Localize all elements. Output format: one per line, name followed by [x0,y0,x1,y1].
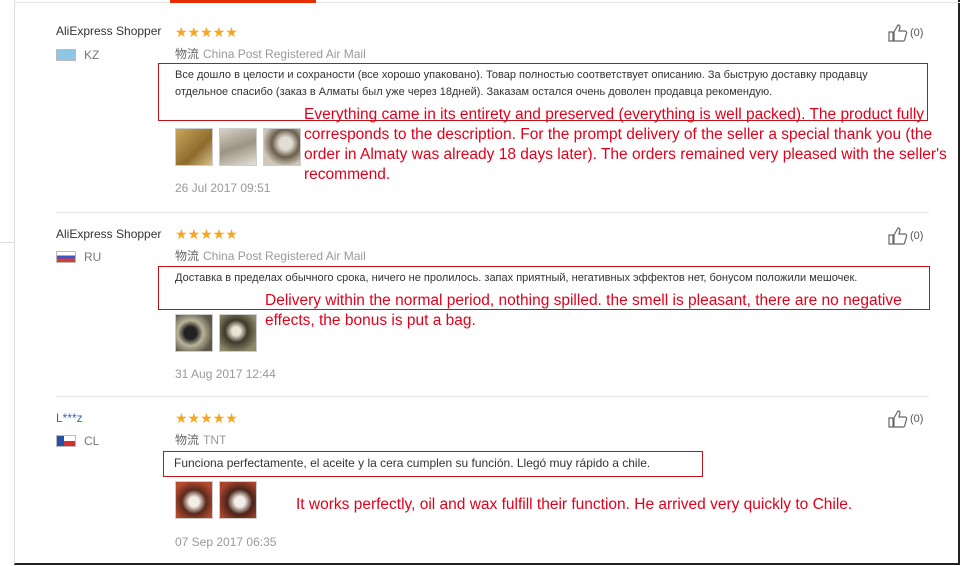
review-photo[interactable] [175,314,213,352]
shipping-method: China Post Registered Air Mail [203,47,366,61]
shipping-info: 物流 China Post Registered Air Mail [175,247,366,264]
helpful-button[interactable]: (0) [888,24,923,42]
chile-flag-icon [56,435,76,447]
reviewer-country: KZ [56,48,99,62]
helpful-count: (0) [910,230,924,242]
shipping-label: 物流 [175,249,200,263]
review-date: 07 Sep 2017 06:35 [175,535,277,549]
review-photos [175,481,257,519]
review-date: 31 Aug 2017 12:44 [175,367,276,381]
star-rating: ★★★★★ [175,410,238,426]
shipping-info: 物流 China Post Registered Air Mail [175,45,366,62]
helpful-count: (0) [910,27,924,39]
reviewer-name[interactable]: L***z [56,411,83,425]
russia-flag-icon [56,251,76,263]
translation-annotation: It works perfectly, oil and wax fulfill … [296,496,853,513]
review-photo[interactable] [219,128,257,166]
shipping-method: China Post Registered Air Mail [203,249,366,263]
reviewer-country: CL [56,434,99,448]
tab-bar-divider [14,2,960,3]
kazakhstan-flag-icon [56,49,76,61]
active-tab-indicator [170,0,316,3]
thumbs-up-icon [888,410,908,428]
helpful-count: (0) [910,413,924,425]
review-photos [175,314,257,352]
reviewer-name[interactable]: AliExpress Shopper [56,24,161,38]
review-photos [175,128,301,166]
country-code: CL [84,434,100,448]
reviewer-name[interactable]: AliExpress Shopper [56,227,161,241]
shipping-method: TNT [203,433,227,447]
country-code: RU [84,250,102,264]
country-code: KZ [84,48,100,62]
left-divider [0,242,14,243]
translation-annotation: Everything came in its entirety and pres… [304,106,947,183]
shipping-label: 物流 [175,47,200,61]
review-photo[interactable] [175,481,213,519]
star-rating: ★★★★★ [175,226,238,242]
thumbs-up-icon [888,227,908,245]
review-photo[interactable] [175,128,213,166]
review-photo[interactable] [219,481,257,519]
review-photo[interactable] [219,314,257,352]
review-date: 26 Jul 2017 09:51 [175,181,271,195]
reviewer-country: RU [56,250,101,264]
shipping-info: 物流 TNT [175,431,226,448]
feedback-text: Funciona perfectamente, el aceite y la c… [163,451,703,477]
translation-annotation: Delivery within the normal period, nothi… [265,292,902,329]
review-divider [56,396,929,397]
star-rating: ★★★★★ [175,24,238,40]
review-divider [56,212,929,213]
shipping-label: 物流 [175,433,200,447]
review-photo[interactable] [263,128,301,166]
helpful-button[interactable]: (0) [888,410,923,428]
thumbs-up-icon [888,24,908,42]
helpful-button[interactable]: (0) [888,227,923,245]
